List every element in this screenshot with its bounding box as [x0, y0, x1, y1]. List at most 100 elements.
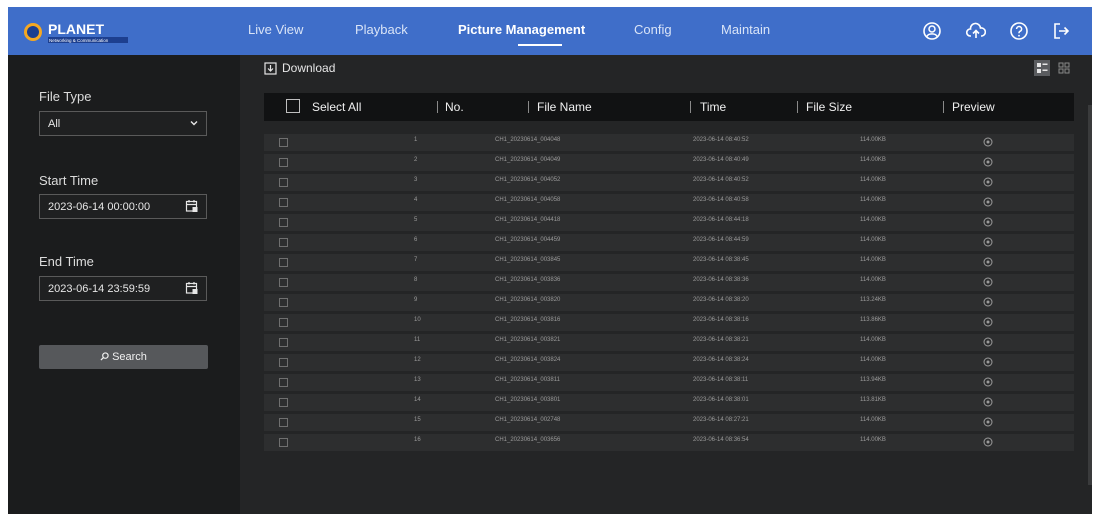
preview-icon[interactable]	[983, 237, 993, 247]
table-row[interactable]: 3 CH1_20230614_004052 2023-06-14 08:40:52 1…	[264, 174, 1074, 191]
table-row[interactable]: 8 CH1_20230614_003836 2023-06-14 08:38:36 1…	[264, 274, 1074, 291]
help-icon[interactable]	[1009, 21, 1029, 41]
row-file-size: 114.00KB	[860, 357, 886, 363]
user-icon[interactable]	[922, 21, 942, 41]
row-time: 2023-06-14 08:44:18	[693, 217, 749, 223]
row-no: 10	[414, 317, 421, 323]
row-checkbox[interactable]	[279, 258, 288, 267]
row-no: 5	[414, 217, 418, 223]
row-checkbox[interactable]	[279, 358, 288, 367]
row-no: 1	[414, 137, 418, 143]
logo-subtext: Networking & Communication	[49, 38, 109, 43]
row-file-name: CH1_20230614_003816	[495, 317, 561, 323]
logout-icon[interactable]	[1051, 21, 1071, 41]
table-row[interactable]: 7 CH1_20230614_003845 2023-06-14 08:38:45 1…	[264, 254, 1074, 271]
preview-icon[interactable]	[983, 137, 993, 147]
select-all-label[interactable]: Select All	[312, 100, 361, 114]
search-button[interactable]: Search	[39, 345, 208, 369]
row-checkbox[interactable]	[279, 318, 288, 327]
table-row[interactable]: 2 CH1_20230614_004049 2023-06-14 08:40:49 1…	[264, 154, 1074, 171]
download-button[interactable]: Download	[264, 61, 335, 75]
table-row[interactable]: 10 CH1_20230614_003816 2023-06-14 08:38:16…	[264, 314, 1074, 331]
table-row[interactable]: 4 CH1_20230614_004058 2023-06-14 08:40:58 1…	[264, 194, 1074, 211]
table-header: Select All No. File Name Time File Size …	[264, 93, 1074, 121]
cloud-upload-icon[interactable]	[966, 21, 986, 41]
row-file-size: 114.00KB	[860, 337, 886, 343]
preview-icon[interactable]	[983, 197, 993, 207]
planet-logo[interactable]: PLANET Networking & Communication	[22, 19, 132, 45]
table-row[interactable]: 5 CH1_20230614_004418 2023-06-14 08:44:18 1…	[264, 214, 1074, 231]
download-label: Download	[282, 61, 336, 75]
preview-icon[interactable]	[983, 397, 993, 407]
column-preview: Preview	[952, 100, 995, 114]
nav-config[interactable]: Config	[634, 22, 672, 37]
preview-icon[interactable]	[983, 217, 993, 227]
start-time-field[interactable]: 2023-06-14 00:00:00	[39, 194, 207, 219]
preview-icon[interactable]	[983, 417, 993, 427]
row-file-size: 114.00KB	[860, 437, 886, 443]
table-row[interactable]: 14 CH1_20230614_003801 2023-06-14 08:38:01…	[264, 394, 1074, 411]
row-checkbox[interactable]	[279, 198, 288, 207]
table-row[interactable]: 9 CH1_20230614_003820 2023-06-14 08:38:20 1…	[264, 294, 1074, 311]
row-file-size: 114.00KB	[860, 197, 886, 203]
preview-icon[interactable]	[983, 437, 993, 447]
row-checkbox[interactable]	[279, 338, 288, 347]
row-checkbox[interactable]	[279, 398, 288, 407]
row-no: 6	[414, 237, 418, 243]
file-type-label: File Type	[39, 89, 92, 104]
row-checkbox[interactable]	[279, 378, 288, 387]
row-checkbox[interactable]	[279, 138, 288, 147]
row-no: 16	[414, 437, 421, 443]
row-no: 13	[414, 377, 421, 383]
preview-icon[interactable]	[983, 157, 993, 167]
end-time-field[interactable]: 2023-06-14 23:59:59	[39, 276, 207, 301]
preview-icon[interactable]	[983, 357, 993, 367]
nav-playback[interactable]: Playback	[355, 22, 408, 37]
table-row[interactable]: 16 CH1_20230614_003656 2023-06-14 08:36:54…	[264, 434, 1074, 451]
row-time: 2023-06-14 08:40:52	[693, 137, 749, 143]
table-row[interactable]: 1 CH1_20230614_004048 2023-06-14 08:40:52 1…	[264, 134, 1074, 151]
row-file-name: CH1_20230614_004418	[495, 217, 561, 223]
file-list: 1 CH1_20230614_004048 2023-06-14 08:40:52 1…	[264, 134, 1074, 454]
nav-live-view[interactable]: Live View	[248, 22, 303, 37]
row-time: 2023-06-14 08:38:24	[693, 357, 749, 363]
preview-icon[interactable]	[983, 177, 993, 187]
row-file-name: CH1_20230614_003821	[495, 337, 561, 343]
row-checkbox[interactable]	[279, 238, 288, 247]
table-row[interactable]: 15 CH1_20230614_002748 2023-06-14 08:27:21…	[264, 414, 1074, 431]
preview-icon[interactable]	[983, 257, 993, 267]
row-file-size: 113.81KB	[860, 397, 886, 403]
list-view-icon[interactable]	[1034, 60, 1050, 76]
select-all-checkbox[interactable]	[286, 99, 300, 113]
row-checkbox[interactable]	[279, 438, 288, 447]
end-time-label: End Time	[39, 254, 94, 269]
preview-icon[interactable]	[983, 297, 993, 307]
preview-icon[interactable]	[983, 317, 993, 327]
row-checkbox[interactable]	[279, 278, 288, 287]
table-row[interactable]: 13 CH1_20230614_003811 2023-06-14 08:38:11…	[264, 374, 1074, 391]
preview-icon[interactable]	[983, 337, 993, 347]
scrollbar[interactable]	[1088, 105, 1092, 485]
calendar-icon[interactable]	[185, 281, 199, 295]
table-row[interactable]: 6 CH1_20230614_004459 2023-06-14 08:44:59 1…	[264, 234, 1074, 251]
nav-picture-management[interactable]: Picture Management	[458, 22, 585, 37]
file-type-value: All	[48, 118, 61, 130]
table-row[interactable]: 11 CH1_20230614_003821 2023-06-14 08:38:21…	[264, 334, 1074, 351]
preview-icon[interactable]	[983, 277, 993, 287]
file-type-select[interactable]: All	[39, 111, 207, 136]
preview-icon[interactable]	[983, 377, 993, 387]
row-checkbox[interactable]	[279, 218, 288, 227]
search-sidebar: File Type All Start Time 2023-06-14 00:0…	[8, 55, 240, 514]
row-file-size: 113.86KB	[860, 317, 886, 323]
row-checkbox[interactable]	[279, 418, 288, 427]
table-row[interactable]: 12 CH1_20230614_003824 2023-06-14 08:38:24…	[264, 354, 1074, 371]
calendar-icon[interactable]	[185, 199, 199, 213]
row-no: 4	[414, 197, 418, 203]
grid-view-icon[interactable]	[1056, 60, 1072, 76]
row-checkbox[interactable]	[279, 178, 288, 187]
row-checkbox[interactable]	[279, 298, 288, 307]
row-checkbox[interactable]	[279, 158, 288, 167]
end-time-value: 2023-06-14 23:59:59	[48, 283, 151, 295]
top-bar: PLANET Networking & Communication Live V…	[8, 7, 1092, 55]
nav-maintain[interactable]: Maintain	[721, 22, 770, 37]
